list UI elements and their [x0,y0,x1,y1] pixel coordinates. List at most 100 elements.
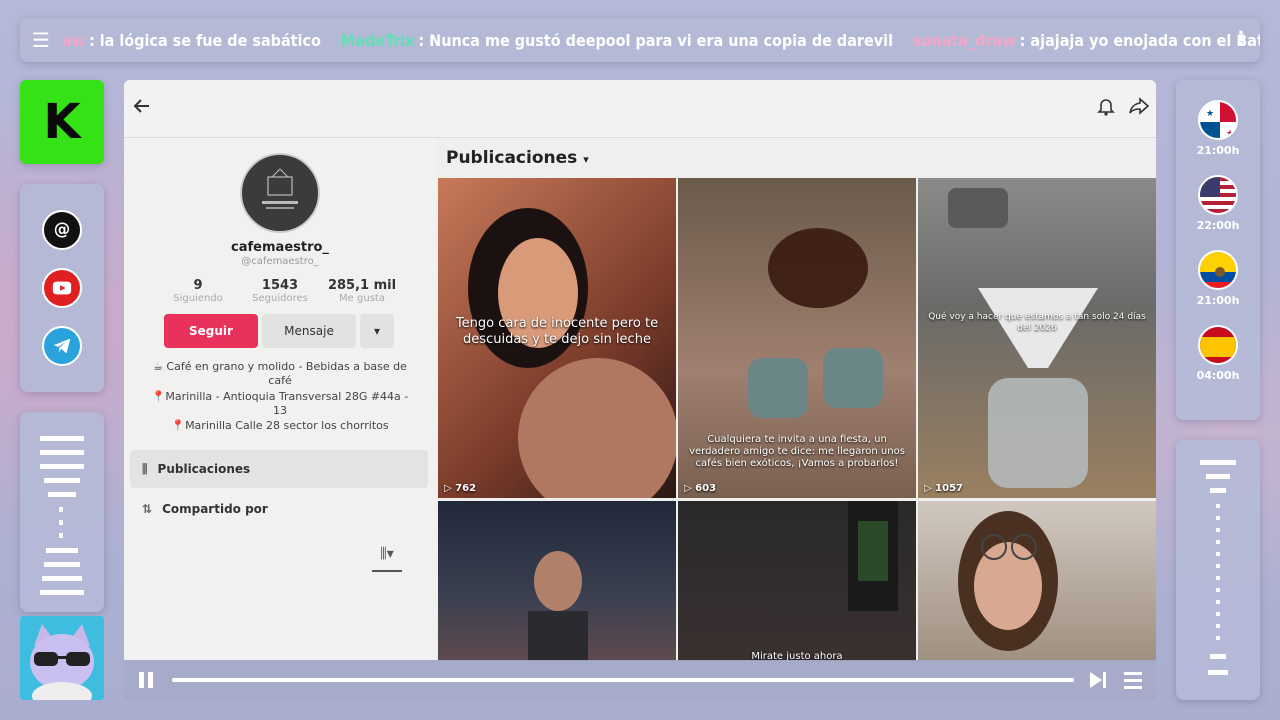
kick-logo: K [20,80,104,164]
post-tile[interactable]: Cualquiera te invita a una fiesta, un ve… [678,178,916,498]
post-tile[interactable] [918,501,1156,661]
post-thumbnail [958,511,1058,651]
post-thumbnail [948,188,1098,488]
ticker-user: aw [61,30,85,50]
bio-line: 📍Marinilla Calle 28 sector los chorritos [171,419,389,432]
schedule-time: 04:00h [1196,369,1240,382]
progress-fill [172,678,1065,682]
tab-label: Compartido por [162,502,268,516]
back-arrow-icon[interactable] [132,96,152,121]
audio-level-meter [20,412,104,612]
view-count: 762 [455,483,477,494]
media-player-bar [124,660,1156,700]
panama-flag-icon: ★ ★ [1197,100,1238,140]
progress-track[interactable] [172,678,1074,682]
profile-sidebar: cafemaestro_ @cafemaestro_ 9 Siguiendo 1… [124,138,436,660]
post-thumbnail [848,501,898,611]
bell-icon[interactable] [1096,96,1116,121]
post-tile[interactable] [438,501,676,661]
svg-text:★: ★ [1226,129,1234,139]
stat-following: 9 Siguiendo [158,278,238,304]
schedule-item: 22:00h [1196,175,1240,232]
schedule-panel: ★ ★ 21:00h 22:00h 21:00h 04:00h [1176,80,1260,420]
view-count: 1057 [935,483,964,494]
top-bar [124,80,1156,138]
ecuador-flag-icon [1197,250,1238,290]
message-button[interactable]: Mensaje [262,314,356,348]
post-caption: Qué voy a hacer que estamos a tan solo 2… [928,312,1146,333]
ticker-message: aw: la lógica se fue de sabático [62,31,321,50]
more-dropdown-button[interactable]: ▾ [360,314,394,348]
schedule-time: 22:00h [1196,219,1240,232]
posts-header[interactable]: Publicaciones ▾ [446,148,589,168]
schedule-item: ★ ★ 21:00h [1196,100,1240,157]
play-icon: ▷ [444,483,456,494]
post-caption: Tengo cara de inocente pero te descuidas… [455,316,659,347]
post-views: ▷ 603 [684,483,716,494]
schedule-time: 21:00h [1196,294,1240,307]
social-links: @ [20,184,104,392]
stat-value: 1543 [261,278,299,293]
browser-window: cafemaestro_ @cafemaestro_ 9 Siguiendo 1… [124,80,1156,700]
more-options-icon[interactable]: ⋮ [1232,28,1250,49]
ticker-text: : la lógica se fue de sabático [88,30,321,50]
menu-icon[interactable]: ☰ [32,28,50,52]
audio-level-meter [1176,440,1260,700]
telegram-icon[interactable] [42,326,82,366]
grid-icon: ⫼ [142,461,148,476]
filter-icon[interactable]: ⫼▾ [372,546,402,572]
ticker-user: MadeTrix [340,30,415,50]
tab-label: Publicaciones [157,462,251,476]
youtube-icon[interactable] [42,268,82,308]
spain-flag-icon [1197,325,1238,365]
usa-flag-icon [1197,175,1238,215]
svg-text:@: @ [54,220,71,239]
pause-icon[interactable] [136,670,156,690]
stat-label: Me gusta [339,293,385,304]
user-handle: @cafemaestro_ [241,256,319,267]
stat-likes: 285,1 mil Me gusta [322,278,402,304]
play-icon: ▷ [684,483,696,494]
posts-grid: Publicaciones ▾ Tengo cara de inocente p… [436,138,1156,661]
share-icon[interactable] [1128,96,1150,121]
post-tile[interactable]: Qué voy a hacer que estamos a tan solo 2… [918,178,1156,498]
skip-next-icon[interactable] [1088,670,1108,690]
schedule-time: 21:00h [1196,144,1240,157]
posts-header-label: Publicaciones [446,148,578,168]
post-views: ▷ 762 [444,483,476,494]
post-tile[interactable]: Mirate justo ahora [678,501,916,661]
streamer-avatar [20,616,104,700]
post-thumbnail [528,551,588,661]
tab-publicaciones[interactable]: ⫼ Publicaciones [130,450,428,488]
ticker-user: sonata_draw [913,30,1016,50]
post-views: ▷ 1057 [924,483,963,494]
tab-compartido[interactable]: ⇅ Compartido por [130,490,428,528]
repost-icon: ⇅ [142,502,153,516]
bio-line: ☕ Café en grano y molido - Bebidas a bas… [153,360,407,387]
post-tile[interactable]: Tengo cara de inocente pero te descuidas… [438,178,676,498]
chat-ticker: ☰ aw: la lógica se fue de sabático MadeT… [20,18,1260,62]
caret-down-icon: ▾ [583,153,589,166]
ticker-text: : Nunca me gustó deepool para vi era una… [418,30,894,50]
playlist-icon[interactable] [1122,670,1144,690]
caret-down-icon: ▾ [373,324,381,338]
view-count: 603 [695,483,717,494]
stat-value: 9 [193,278,203,293]
ticker-message: sonata_draw: ajajaja yo enojada con el B… [913,31,1260,50]
play-icon: ▷ [924,483,936,494]
post-caption: Cualquiera te invita a una fiesta, un ve… [689,434,905,469]
follow-button[interactable]: Seguir [164,314,258,348]
schedule-item: 04:00h [1196,325,1240,382]
stat-value: 285,1 mil [327,278,397,293]
svg-text:★: ★ [1206,109,1214,119]
stat-label: Siguiendo [173,293,223,304]
ticker-message: MadeTrix: Nunca me gustó deepool para vi… [341,31,893,50]
profile-avatar[interactable] [240,153,320,233]
username: cafemaestro_ [231,240,329,255]
kick-logo-letter: K [43,94,81,150]
bio-line: 📍Marinilla - Antioquia Transversal 28G #… [151,390,409,417]
stat-followers: 1543 Seguidores [240,278,320,304]
threads-icon[interactable]: @ [42,210,82,250]
schedule-item: 21:00h [1196,250,1240,307]
ticker-text: : ajajaja yo enojada con el Batman [1019,30,1260,50]
